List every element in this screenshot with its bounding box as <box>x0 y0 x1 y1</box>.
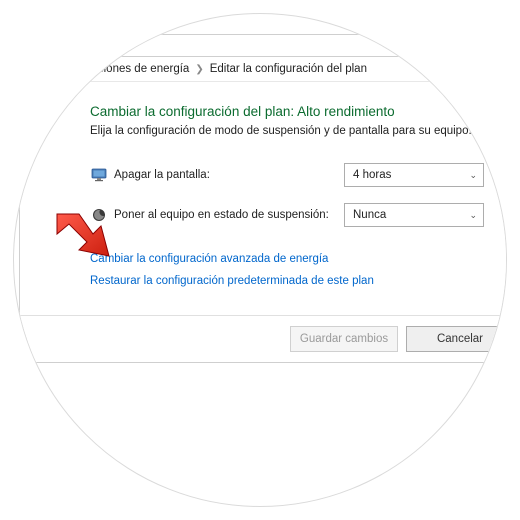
sleep-row: Poner al equipo en estado de suspensión:… <box>90 203 500 227</box>
breadcrumb-item[interactable]: Editar la configuración del plan <box>210 63 367 75</box>
links-block: Cambiar la configuración avanzada de ene… <box>90 253 500 287</box>
chevron-down-icon: ⌄ <box>469 210 477 221</box>
save-button[interactable]: Guardar cambios <box>290 326 398 352</box>
page-description: Elija la configuración de modo de suspen… <box>90 125 500 137</box>
display-off-select[interactable]: 4 horas ⌄ <box>344 163 484 187</box>
breadcrumb: onido ❯ Opciones de energía ❯ Editar la … <box>20 57 507 82</box>
chevron-right-icon: ❯ <box>68 64 76 75</box>
chevron-right-icon: ❯ <box>195 64 203 75</box>
page-title: Cambiar la configuración del plan: Alto … <box>90 104 500 119</box>
content-area: Cambiar la configuración del plan: Alto … <box>20 82 507 315</box>
dialog-footer: Guardar cambios Cancelar <box>20 315 507 362</box>
monitor-icon <box>90 166 108 184</box>
red-arrow-annotation <box>49 206 119 269</box>
breadcrumb-item[interactable]: Opciones de energía <box>83 63 190 75</box>
sleep-label: Poner al equipo en estado de suspensión: <box>114 209 344 221</box>
display-off-row: Apagar la pantalla: 4 horas ⌄ <box>90 163 500 187</box>
chevron-down-icon: ⌄ <box>469 170 477 181</box>
breadcrumb-item[interactable]: onido <box>34 63 62 75</box>
window-titlebar <box>20 35 507 57</box>
sleep-select[interactable]: Nunca ⌄ <box>344 203 484 227</box>
sleep-value: Nunca <box>353 209 386 221</box>
restore-defaults-link[interactable]: Restaurar la configuración predeterminad… <box>90 275 500 287</box>
display-off-label: Apagar la pantalla: <box>114 169 344 181</box>
display-off-value: 4 horas <box>353 169 391 181</box>
advanced-settings-link[interactable]: Cambiar la configuración avanzada de ene… <box>90 253 500 265</box>
power-plan-settings-window: onido ❯ Opciones de energía ❯ Editar la … <box>19 34 507 363</box>
cancel-button[interactable]: Cancelar <box>406 326 507 352</box>
